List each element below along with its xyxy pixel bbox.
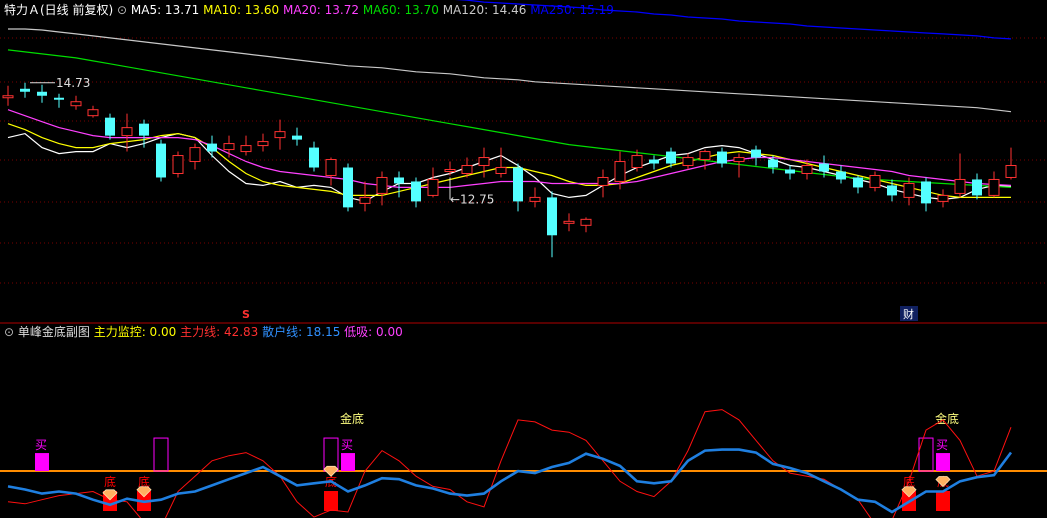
candle-body-15: [257, 141, 269, 147]
bottom-bar-4: [936, 491, 950, 511]
bottom-bar-2: [324, 491, 338, 511]
candle-body-11: [189, 147, 201, 163]
candle-body-5: [87, 109, 99, 117]
sub-indicator-2: 散户线: 18.15: [262, 324, 344, 339]
candle-body-23: [394, 177, 404, 184]
candle-body-57: [972, 179, 982, 196]
candle-body-30: [513, 167, 523, 202]
candle-body-21: [359, 196, 371, 204]
candle-body-8: [139, 123, 149, 136]
candle-body-59: [1005, 165, 1017, 178]
candle-body-16: [274, 131, 286, 139]
ma-line-ma120: [8, 28, 1012, 113]
candle-body-13: [223, 143, 235, 151]
candle-body-28: [478, 157, 490, 167]
candle-body-47: [801, 165, 813, 174]
candle-body-38: [649, 159, 659, 164]
indicator-ma20: MA20: 13.72: [283, 3, 363, 17]
sub-indicator-0: 主力监控: 0.00: [94, 325, 180, 339]
gold-bottom-label-0: 金底: [340, 411, 364, 426]
buy-bar-2: [936, 453, 950, 472]
chart-app: 14.73 ←12.75 S 财 特力Ａ(日线 前复权) ⊙ MA5: 13.71 MA…: [0, 0, 1047, 518]
buy-label-1: 买: [341, 438, 353, 452]
buy-label-2: 买: [936, 438, 948, 452]
candle-body-25: [427, 178, 439, 196]
top-legend: 特力Ａ(日线 前复权) ⊙ MA5: 13.71 MA10: 13.60 MA2…: [4, 2, 614, 17]
candle-body-50: [853, 177, 863, 188]
sub-dropdown-icon[interactable]: ⊙: [4, 325, 18, 339]
indicator-ma10: MA10: 13.60: [203, 3, 283, 17]
candle-body-53: [903, 182, 915, 198]
candle-body-48: [819, 163, 829, 172]
indicator-ma60: MA60: 13.70: [363, 3, 443, 17]
indicator-ma120: MA120: 14.46: [443, 3, 531, 17]
candle-body-58: [988, 178, 1000, 196]
candle-body-42: [717, 151, 727, 164]
candle-body-39: [666, 151, 676, 164]
marker-cai: 财: [903, 307, 914, 321]
candle-body-37: [631, 155, 643, 169]
candle-body-34: [580, 218, 592, 226]
candle-body-27: [461, 165, 473, 174]
bottom-label-0: 底: [104, 474, 116, 489]
buy-hollow-bar-2: [918, 437, 934, 472]
high-price-label: 14.73: [56, 76, 90, 90]
buy-bar-0: [35, 453, 49, 472]
marker-s: S: [242, 308, 250, 321]
candle-body-55: [937, 194, 949, 202]
candle-body-19: [325, 159, 337, 176]
candle-body-56: [954, 178, 966, 194]
candle-body-46: [785, 169, 795, 174]
stock-label: 特力Ａ(日线 前复权): [4, 2, 117, 17]
candle-body-6: [105, 117, 115, 136]
candle-body-51: [869, 174, 881, 188]
candle-body-32: [547, 197, 557, 236]
candle-body-20: [343, 167, 353, 208]
candle-body-3: [54, 97, 64, 100]
candle-body-24: [411, 181, 421, 202]
candle-body-9: [156, 143, 166, 178]
sub-line-main: [7, 409, 1012, 518]
gold-bottom-label-1: 金底: [935, 411, 959, 426]
candle-body-44: [751, 149, 761, 158]
candle-body-17: [292, 135, 302, 140]
candle-body-54: [921, 181, 931, 204]
candle-body-14: [240, 145, 252, 153]
candle-body-18: [309, 147, 319, 168]
candle-body-43: [733, 157, 745, 163]
sub-indicator-1: 主力线: 42.83: [180, 325, 262, 339]
candle-body-31: [529, 196, 541, 202]
candle-body-35: [597, 176, 609, 186]
candle-body-12: [207, 143, 217, 152]
indicator-ma5: MA5: 13.71: [131, 3, 203, 17]
candle-body-49: [836, 171, 846, 180]
candle-body-10: [172, 155, 184, 174]
candle-body-7: [121, 127, 133, 137]
candle-body-4: [70, 101, 82, 107]
candle-body-2: [37, 91, 47, 96]
dropdown-icon[interactable]: ⊙: [117, 3, 131, 17]
chart-canvas: 14.73 ←12.75 S 财 特力Ａ(日线 前复权) ⊙ MA5: 13.71 MA…: [0, 0, 1047, 518]
candle-body-41: [699, 151, 711, 161]
candle-body-45: [768, 159, 778, 168]
candle-body-22: [376, 176, 388, 194]
candle-body-26: [444, 169, 456, 172]
candle-body-0: [2, 95, 14, 99]
buy-bar-1: [341, 453, 355, 472]
candle-body-33: [563, 220, 575, 224]
indicator-ma250: MA250: 15.19: [530, 3, 614, 17]
sub-legend: ⊙ 单峰金底副图 主力监控: 0.00 主力线: 42.83 散户线: 18.1…: [4, 324, 403, 339]
buy-hollow-bar-0: [153, 437, 169, 472]
candle-body-1: [20, 88, 30, 92]
sub-indicator-3: 低吸: 0.00: [344, 325, 403, 339]
sub-title: 单峰金底副图: [18, 324, 94, 339]
candle-body-40: [682, 157, 694, 167]
low-price-label: ←12.75: [450, 192, 494, 206]
candle-body-36: [614, 161, 626, 182]
buy-label-0: 买: [35, 438, 47, 452]
candle-body-52: [887, 185, 897, 196]
candle-body-29: [495, 167, 507, 174]
